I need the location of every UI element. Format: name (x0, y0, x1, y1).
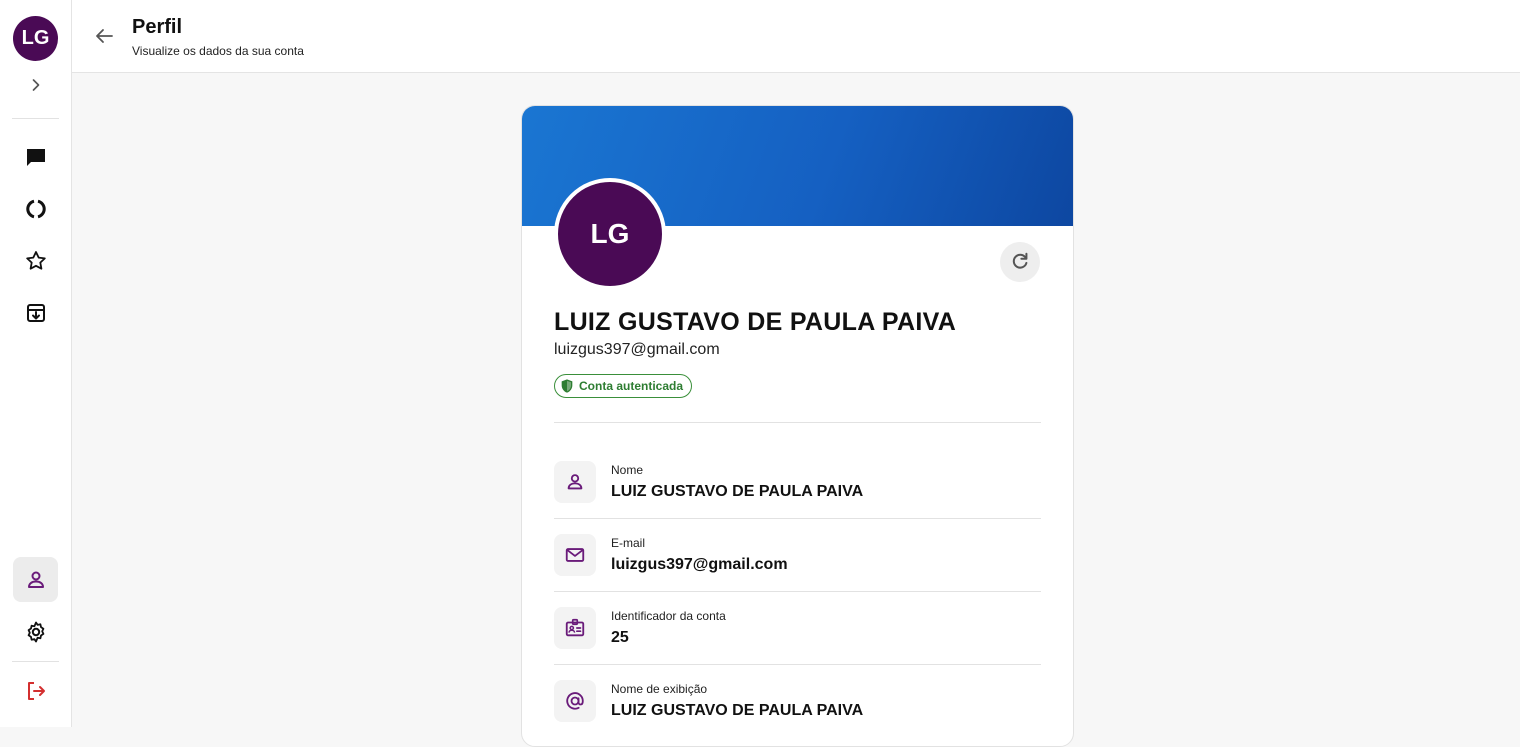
page-header: Perfil Visualize os dados da sua conta (72, 0, 1520, 73)
refresh-icon (1012, 252, 1028, 269)
info-row-display-name: Nome de exibição LUIZ GUSTAVO DE PAULA P… (554, 665, 1041, 738)
profile-avatar: LG (554, 178, 666, 290)
gear-icon (27, 621, 44, 642)
info-icon-box (554, 607, 596, 649)
arrow-left-icon[interactable] (92, 24, 116, 48)
mail-icon (565, 548, 585, 562)
loading-ring-icon (25, 199, 46, 218)
profile-card: LG LUIZ GUSTAVO DE PAULA PAIVA luizgus39… (521, 105, 1074, 747)
field-label: E-mail (611, 536, 646, 550)
field-value: LUIZ GUSTAVO DE PAULA PAIVA (611, 483, 864, 500)
sidebar-divider (12, 661, 59, 662)
id-badge-icon (565, 618, 585, 637)
field-label: Nome de exibição (611, 682, 708, 696)
info-row-email: E-mail luizgus397@gmail.com (554, 519, 1041, 592)
sidebar-item-settings[interactable] (13, 609, 58, 654)
info-icon-box (554, 680, 596, 722)
divider (554, 422, 1041, 423)
sidebar-item-archive[interactable] (13, 290, 58, 335)
status-badge: Conta autenticada (554, 374, 693, 398)
field-label: Identificador da conta (611, 609, 726, 623)
sidebar-item-status[interactable] (13, 186, 58, 231)
status-badge-label: Conta autenticada (579, 379, 684, 393)
person-icon (27, 571, 44, 588)
profile-email: luizgus397@gmail.com (554, 341, 720, 358)
chevron-right-icon[interactable] (26, 75, 46, 95)
info-row-account-id: Identificador da conta 25 (554, 592, 1041, 665)
at-sign-icon (566, 692, 584, 710)
page-title: Perfil (132, 16, 183, 38)
person-icon (567, 474, 583, 490)
sidebar-item-profile[interactable] (13, 557, 58, 602)
sidebar-item-chats[interactable] (13, 134, 58, 179)
profile-name: LUIZ GUSTAVO DE PAULA PAIVA (554, 308, 957, 336)
refresh-button[interactable] (1000, 242, 1040, 282)
info-icon-box (554, 461, 596, 503)
field-label: Nome (611, 463, 644, 477)
sidebar-avatar[interactable]: LG (13, 16, 58, 61)
page-subtitle: Visualize os dados da sua conta (132, 44, 304, 58)
field-value: LUIZ GUSTAVO DE PAULA PAIVA (611, 702, 864, 719)
shield-check-icon (561, 379, 573, 393)
chat-icon (26, 148, 45, 166)
field-value: luizgus397@gmail.com (611, 556, 788, 573)
archive-icon (26, 303, 45, 322)
star-icon (25, 250, 46, 270)
logout-icon (27, 681, 45, 700)
sidebar: LG (0, 0, 72, 727)
info-icon-box (554, 534, 596, 576)
info-row-name: Nome LUIZ GUSTAVO DE PAULA PAIVA (554, 446, 1041, 519)
field-value: 25 (611, 629, 629, 646)
sidebar-item-logout[interactable] (13, 668, 58, 713)
sidebar-item-favorites[interactable] (13, 238, 58, 283)
sidebar-divider (12, 118, 59, 119)
